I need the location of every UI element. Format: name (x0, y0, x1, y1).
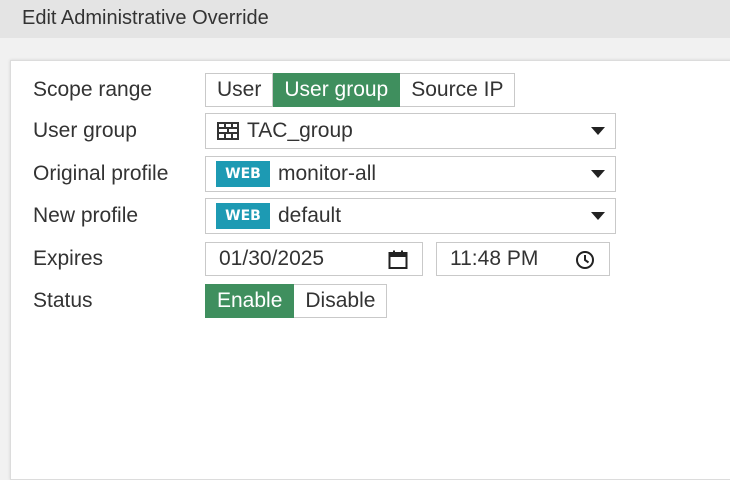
original-profile-row: Original profile WEB monitor-all (33, 156, 616, 192)
chevron-down-icon (591, 212, 605, 220)
scope-range-segmented: User User group Source IP (205, 73, 516, 107)
new-profile-value: default (278, 204, 342, 227)
original-profile-label: Original profile (33, 162, 169, 185)
user-group-select[interactable]: TAC_group (205, 113, 616, 149)
scope-range-label: Scope range (33, 78, 153, 101)
scope-option-source-ip[interactable]: Source IP (400, 73, 516, 107)
user-group-value: TAC_group (247, 119, 353, 142)
scope-option-user-group[interactable]: User group (273, 73, 401, 107)
dialog-title: Edit Administrative Override (0, 0, 730, 38)
status-label: Status (33, 289, 93, 312)
override-form: Scope range User User group Source IP Us… (10, 60, 730, 480)
web-badge: WEB (216, 203, 270, 229)
original-profile-select[interactable]: WEB monitor-all (205, 156, 616, 192)
scope-option-user[interactable]: User (205, 73, 274, 107)
expires-time-value: 11:48 PM (450, 247, 539, 270)
expires-time-input[interactable]: 11:48 PM (436, 242, 610, 276)
group-icon (217, 122, 239, 140)
expires-label: Expires (33, 247, 104, 270)
expires-date-value: 01/30/2025 (219, 247, 325, 270)
expires-controls: 01/30/2025 11:48 PM (205, 242, 610, 276)
new-profile-select[interactable]: WEB default (205, 198, 616, 234)
new-profile-label: New profile (33, 204, 139, 227)
user-group-label: User group (33, 119, 137, 142)
web-badge: WEB (216, 161, 270, 187)
status-option-enable[interactable]: Enable (205, 284, 295, 318)
status-segmented: Enable Disable (205, 284, 388, 318)
status-option-disable[interactable]: Disable (294, 284, 388, 318)
calendar-icon[interactable] (388, 250, 408, 270)
original-profile-value: monitor-all (278, 162, 377, 185)
user-group-row: User group TAC_group (33, 113, 616, 149)
chevron-down-icon (591, 170, 605, 178)
chevron-down-icon (591, 127, 605, 135)
expires-date-input[interactable]: 01/30/2025 (205, 242, 423, 276)
new-profile-row: New profile WEB default (33, 198, 616, 234)
clock-icon[interactable] (575, 250, 595, 270)
